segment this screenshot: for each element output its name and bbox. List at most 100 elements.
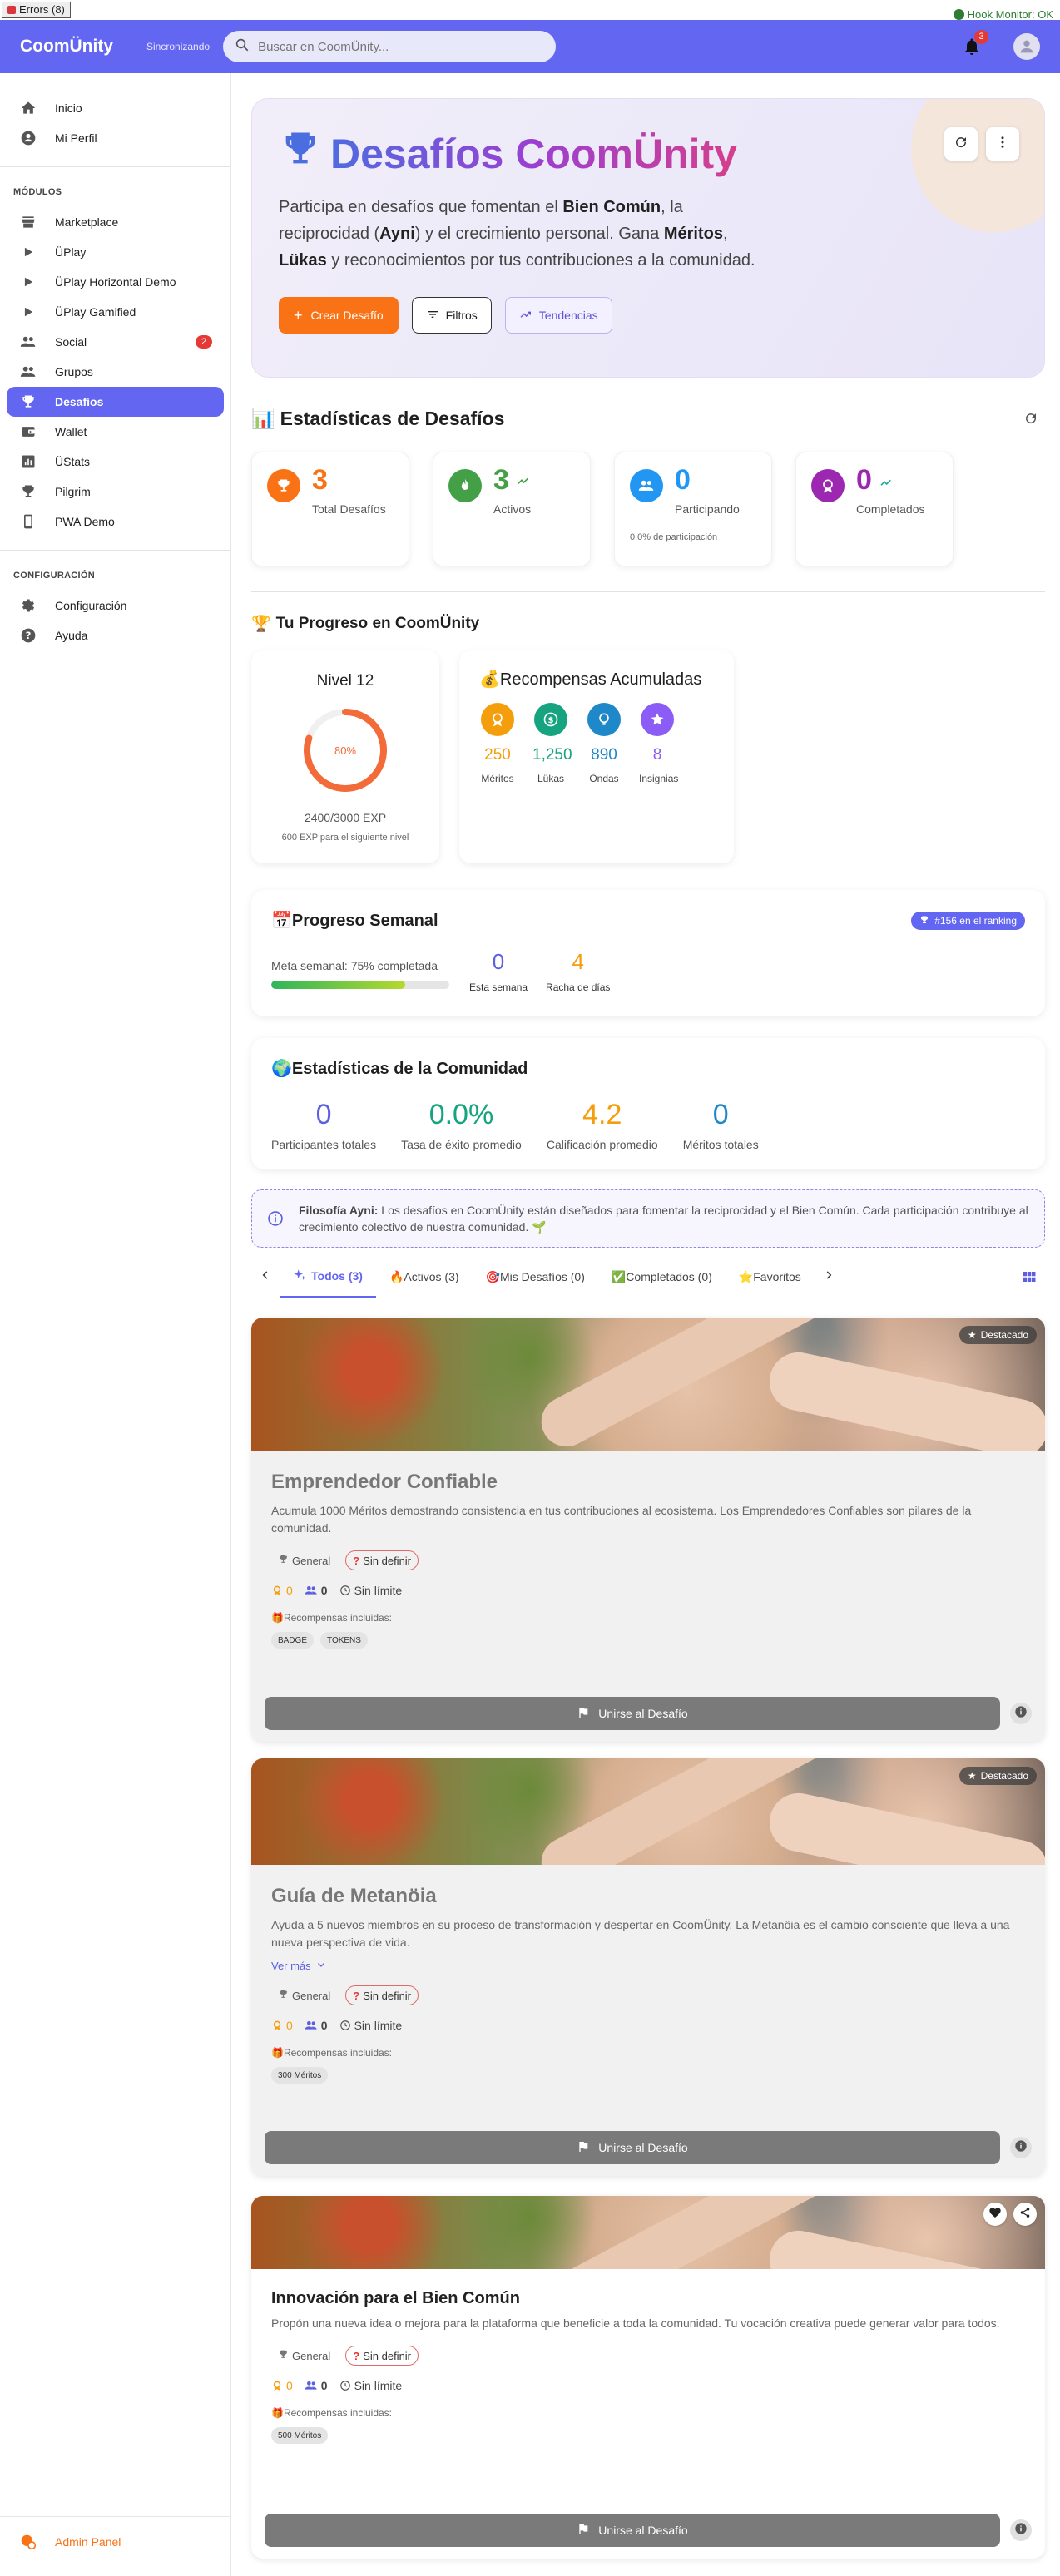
sidebar-item-label: Ayuda [55, 629, 88, 642]
play-icon [20, 244, 37, 260]
svg-text:$: $ [548, 716, 554, 725]
lightbulb-icon [587, 703, 621, 736]
stat-sub: 0.0% de participación [630, 532, 718, 542]
join-challenge-button[interactable]: Unirse al Desafío [265, 2514, 1000, 2547]
challenge-info-button[interactable] [1010, 2519, 1032, 2541]
share-button[interactable] [1013, 2203, 1037, 2226]
time-meta: Sin límite [339, 2019, 402, 2032]
errors-badge[interactable]: Errors (8) [2, 2, 71, 18]
avatar[interactable] [1013, 33, 1040, 60]
sidebar-item-desafios[interactable]: Desafíos [7, 387, 224, 417]
bar-chart-icon: 📊 [251, 408, 275, 429]
tab-completados[interactable]: ✅Completados (0) [598, 1256, 726, 1298]
check-icon [953, 9, 964, 20]
favorite-button[interactable] [983, 2203, 1007, 2226]
medal-icon [811, 469, 845, 502]
challenge-info-button[interactable] [1010, 1703, 1032, 1724]
stat-card-completed: 0 Completados [795, 452, 954, 566]
join-challenge-button[interactable]: Unirse al Desafío [265, 2131, 1000, 2164]
clock-icon [339, 2380, 351, 2391]
challenge-title[interactable]: Innovación para el Bien Común [271, 2289, 1025, 2308]
heart-icon [988, 2206, 1002, 2223]
sidebar-item-uplay-horizontal-demo[interactable]: ÜPlay Horizontal Demo [0, 267, 230, 297]
home-icon [20, 100, 37, 116]
stats-refresh-button[interactable] [1023, 411, 1038, 430]
chevron-left-icon [260, 1269, 271, 1285]
trends-button[interactable]: Tendencias [504, 297, 612, 334]
sidebar-item-wallet[interactable]: Wallet [0, 417, 230, 447]
tab-favoritos[interactable]: ⭐Favoritos [726, 1256, 815, 1298]
level-card: Nivel 12 80% 2400/3000 EXP 600 EXP para … [251, 650, 439, 863]
search-bar[interactable] [223, 31, 557, 62]
sidebar-item-label: PWA Demo [55, 515, 115, 528]
sidebar-item-ustats[interactable]: ÜStats [0, 447, 230, 477]
challenge-title[interactable]: Guía de Metanöia [271, 1885, 1025, 1908]
featured-badge: ★ Destacado [958, 1326, 1037, 1344]
category-chip: General [271, 1985, 337, 2005]
challenge-image: ★ Destacado [251, 1758, 1045, 1865]
money-bag-icon: 💰 [479, 670, 500, 689]
trophy-icon [279, 127, 322, 180]
sidebar-item-grupos[interactable]: Grupos [0, 357, 230, 387]
sidebar-item-configuracion[interactable]: Configuración [0, 591, 230, 621]
calendar-icon: 📅 [271, 912, 292, 930]
group-icon [20, 363, 37, 380]
sidebar-item-ayuda[interactable]: ? Ayuda [0, 621, 230, 650]
sidebar-item-marketplace[interactable]: Marketplace [0, 207, 230, 237]
sidebar-item-mi-perfil[interactable]: Mi Perfil [0, 123, 230, 153]
flag-icon [577, 1706, 590, 1722]
sidebar-item-inicio[interactable]: Inicio [0, 93, 230, 123]
refresh-button[interactable] [944, 127, 978, 161]
rewards-included-label: 🎁Recompensas incluidas: [271, 2047, 393, 2059]
weekly-progress-bar [271, 981, 449, 989]
filters-button[interactable]: Filtros [411, 297, 492, 334]
social-badge: 2 [196, 335, 212, 349]
medal-icon [481, 703, 514, 736]
challenge-image: ★ Destacado [251, 1318, 1045, 1451]
grid-view-button[interactable] [1022, 1269, 1037, 1288]
sidebar-item-label: Wallet [55, 425, 87, 438]
streak-label: Racha de días [546, 981, 611, 993]
tabs-scroll-right[interactable] [815, 1269, 843, 1285]
sidebar-item-uplay-gamified[interactable]: ÜPlay Gamified [0, 297, 230, 327]
admin-panel-link[interactable]: Admin Panel [0, 2516, 231, 2553]
medal-icon [271, 1585, 283, 1596]
play-icon [20, 274, 37, 290]
phone-icon [20, 513, 37, 530]
sidebar-item-pwa-demo[interactable]: PWA Demo [0, 507, 230, 536]
sidebar-item-uplay[interactable]: ÜPlay [0, 237, 230, 267]
reward-value: 8 [652, 746, 662, 764]
divider [251, 591, 1045, 592]
bell-icon [962, 38, 982, 60]
plus-icon: + [294, 306, 303, 324]
svg-text:?: ? [26, 630, 32, 641]
challenge-info-button[interactable] [1010, 2137, 1032, 2158]
notifications-button[interactable]: 3 [962, 30, 988, 60]
merits-meta: 0 [271, 2019, 293, 2032]
sidebar-item-pilgrim[interactable]: Pilgrim [0, 477, 230, 507]
group-icon [630, 469, 663, 502]
sparkle-icon [293, 1268, 306, 1284]
info-icon [267, 1210, 284, 1231]
challenge-image [251, 2196, 1045, 2269]
create-challenge-button[interactable]: + Crear Desafío [279, 297, 399, 334]
challenge-card[interactable]: ★ Destacado Emprendedor Confiable Acumula… [251, 1318, 1045, 1742]
join-challenge-button[interactable]: Unirse al Desafío [265, 1697, 1000, 1730]
create-challenge-label: Crear Desafío [310, 309, 384, 322]
tabs-scroll-left[interactable] [251, 1269, 280, 1285]
sidebar-item-social[interactable]: Social 2 [0, 327, 230, 357]
brand-logo[interactable]: CoomÜnity [20, 37, 113, 57]
show-more-link[interactable]: Ver más [271, 1960, 1025, 1972]
challenge-card[interactable]: Innovación para el Bien Común Propón una… [251, 2196, 1045, 2559]
challenge-title[interactable]: Emprendedor Confiable [271, 1471, 1025, 1494]
sidebar-item-label: Social [55, 335, 87, 349]
more-options-button[interactable] [986, 127, 1019, 161]
tab-todos[interactable]: Todos (3) [280, 1256, 376, 1298]
sidebar-item-label: ÜStats [55, 455, 91, 468]
search-input[interactable] [258, 39, 545, 54]
tab-mis-desafios[interactable]: 🎯Mis Desafíos (0) [473, 1256, 598, 1298]
challenge-card[interactable]: ★ Destacado Guía de Metanöia Ayuda a 5 nu… [251, 1758, 1045, 2176]
ranking-chip[interactable]: #156 en el ranking [911, 912, 1025, 930]
tab-activos[interactable]: 🔥Activos (3) [376, 1256, 473, 1298]
chevron-right-icon [823, 1269, 835, 1285]
